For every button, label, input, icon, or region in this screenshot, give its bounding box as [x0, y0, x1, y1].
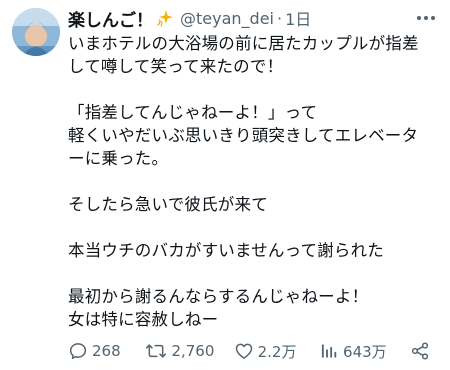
views-icon	[321, 344, 337, 358]
more-options-button[interactable]	[414, 8, 438, 28]
handle[interactable]: @teyan_dei	[180, 9, 274, 28]
tweet-text: いまホテルの大浴場の前に居たカップルが指差 して噂して笑って来たので！ 「指差し…	[68, 34, 419, 329]
timestamp[interactable]: 1日	[285, 7, 311, 29]
like-button[interactable]: 2.2万	[234, 341, 309, 362]
reply-count: 268	[92, 342, 121, 360]
retweet-count: 2,760	[171, 342, 215, 360]
like-count: 2.2万	[257, 342, 297, 361]
more-dot	[424, 16, 428, 20]
views-count: 643万	[343, 342, 387, 361]
heart-icon	[235, 343, 252, 359]
views-button[interactable]: 643万	[319, 341, 408, 362]
reply-button[interactable]: 268	[68, 341, 143, 361]
tweet: 楽しんご！ @teyan_dei · 1日 いまホテルの大浴場の前に居たカップル…	[0, 0, 450, 370]
avatar[interactable]	[12, 8, 60, 56]
more-dot	[417, 16, 421, 20]
retweet-icon	[146, 344, 167, 358]
separator-dot: ·	[276, 8, 283, 28]
share-icon	[411, 342, 429, 360]
sparkle-icon	[156, 9, 174, 27]
action-bar: 268 2,760 2.2万 643万	[68, 339, 434, 363]
display-name[interactable]: 楽しんご！	[68, 7, 153, 30]
tweet-header: 楽しんご！ @teyan_dei · 1日	[68, 7, 410, 30]
reply-icon	[69, 343, 87, 359]
more-dot	[431, 16, 435, 20]
retweet-button[interactable]: 2,760	[145, 341, 228, 361]
share-button[interactable]	[410, 341, 434, 361]
